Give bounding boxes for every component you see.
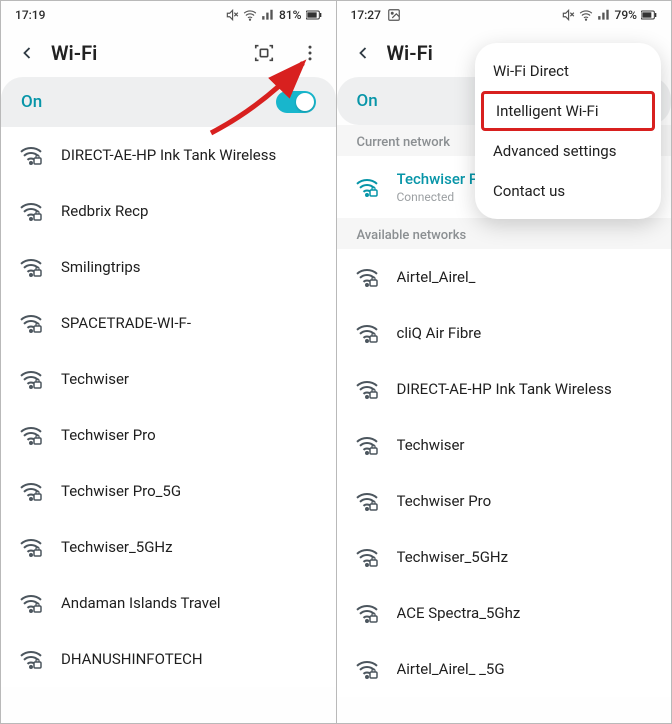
network-name: Andaman Islands Travel (61, 594, 316, 612)
wifi-secure-icon (353, 543, 381, 571)
wifi-toggle-switch[interactable] (276, 91, 316, 113)
menu-item[interactable]: Advanced settings (475, 131, 661, 171)
wifi-icon (243, 8, 257, 22)
network-list-left: DIRECT-AE-HP Ink Tank Wireless Redbrix Re… (1, 127, 336, 723)
wifi-toggle-label: On (357, 91, 378, 111)
network-name: Techwiser_5GHz (61, 538, 316, 556)
network-row[interactable]: Airtel_Airel_ (337, 249, 672, 305)
network-row[interactable]: cliQ Air Fibre (337, 305, 672, 361)
header: Wi-Fi (1, 29, 336, 77)
network-row[interactable]: Techwiser (337, 417, 672, 473)
status-battery: 79% (615, 8, 637, 22)
mute-icon (225, 8, 239, 22)
wifi-secure-icon (17, 533, 45, 561)
wifi-secure-icon (17, 589, 45, 617)
battery-icon (306, 10, 322, 20)
wifi-secure-icon (353, 173, 381, 201)
wifi-secure-icon (353, 375, 381, 403)
network-row[interactable]: Airtel_Airel_ _5G (337, 641, 672, 697)
back-button[interactable] (13, 39, 41, 67)
network-row[interactable]: Techwiser_5GHz (337, 529, 672, 585)
network-name: Techwiser Pro (61, 426, 316, 444)
wifi-secure-icon (353, 655, 381, 683)
status-bar: 17:27 79% (337, 1, 672, 29)
mute-icon (561, 8, 575, 22)
network-list-right: Airtel_Airel_ cliQ Air Fibre DIRECT-AE-HP … (337, 249, 672, 723)
page-title: Wi-Fi (51, 41, 236, 65)
wifi-secure-icon (353, 319, 381, 347)
network-row[interactable]: DIRECT-AE-HP Ink Tank Wireless (1, 127, 336, 183)
network-name: ACE Spectra_5Ghz (397, 604, 652, 622)
wifi-secure-icon (353, 599, 381, 627)
wifi-secure-icon (17, 365, 45, 393)
wifi-secure-icon (353, 431, 381, 459)
qr-scan-button[interactable] (246, 35, 282, 71)
network-row[interactable]: Techwiser Pro (1, 407, 336, 463)
network-row[interactable]: DIRECT-AE-HP Ink Tank Wireless (337, 361, 672, 417)
network-row[interactable]: Andaman Islands Travel (1, 575, 336, 631)
phone-right: 17:27 79% Wi-Fi On Current network (337, 0, 672, 724)
wifi-secure-icon (353, 263, 381, 291)
wifi-secure-icon (17, 253, 45, 281)
network-name: Smilingtrips (61, 258, 316, 276)
network-name: Techwiser_5GHz (397, 548, 652, 566)
network-name: Techwiser Pro_5G (61, 482, 316, 500)
phone-left: 17:19 81% Wi-Fi On (0, 0, 337, 724)
network-row[interactable]: Redbrix Recp (1, 183, 336, 239)
network-row[interactable]: ACE Spectra_5Ghz (337, 585, 672, 641)
wifi-secure-icon (17, 645, 45, 673)
network-name: Techwiser (61, 370, 316, 388)
wifi-secure-icon (17, 141, 45, 169)
network-row[interactable]: Techwiser Pro (337, 473, 672, 529)
network-row[interactable]: Techwiser_5GHz (1, 519, 336, 575)
wifi-secure-icon (17, 197, 45, 225)
network-row[interactable]: Smilingtrips (1, 239, 336, 295)
wifi-secure-icon (17, 421, 45, 449)
wifi-toggle-label: On (21, 92, 42, 112)
signal-icon (597, 8, 611, 22)
status-time: 17:19 (15, 8, 45, 22)
gallery-icon (387, 8, 401, 22)
wifi-toggle-section[interactable]: On (1, 77, 336, 127)
network-name: Airtel_Airel_ _5G (397, 660, 652, 678)
wifi-secure-icon (17, 477, 45, 505)
section-available-networks: Available networks (337, 218, 672, 249)
wifi-icon (579, 8, 593, 22)
network-name: DIRECT-AE-HP Ink Tank Wireless (397, 380, 652, 398)
status-bar: 17:19 81% (1, 1, 336, 29)
overflow-menu: Wi-Fi DirectIntelligent Wi-FiAdvanced se… (475, 43, 661, 219)
network-name: cliQ Air Fibre (397, 324, 652, 342)
battery-icon (641, 10, 657, 20)
network-name: DHANUSHINFOTECH (61, 650, 316, 668)
network-row[interactable]: SPACETRADE-WI-F- (1, 295, 336, 351)
network-name: Techwiser (397, 436, 652, 454)
network-row[interactable]: Techwiser (1, 351, 336, 407)
status-battery: 81% (279, 8, 301, 22)
network-name: Airtel_Airel_ (397, 268, 652, 286)
network-name: DIRECT-AE-HP Ink Tank Wireless (61, 146, 316, 164)
back-button[interactable] (349, 39, 377, 67)
network-name: SPACETRADE-WI-F- (61, 314, 316, 332)
more-menu-button[interactable] (292, 35, 328, 71)
menu-item[interactable]: Contact us (475, 171, 661, 211)
wifi-secure-icon (353, 487, 381, 515)
signal-icon (261, 8, 275, 22)
network-row[interactable]: Techwiser Pro_5G (1, 463, 336, 519)
menu-item[interactable]: Intelligent Wi-Fi (481, 91, 655, 131)
status-time: 17:27 (351, 8, 381, 22)
network-name: Redbrix Recp (61, 202, 316, 220)
network-name: Techwiser Pro (397, 492, 652, 510)
wifi-secure-icon (17, 309, 45, 337)
menu-item[interactable]: Wi-Fi Direct (475, 51, 661, 91)
network-row[interactable]: DHANUSHINFOTECH (1, 631, 336, 687)
